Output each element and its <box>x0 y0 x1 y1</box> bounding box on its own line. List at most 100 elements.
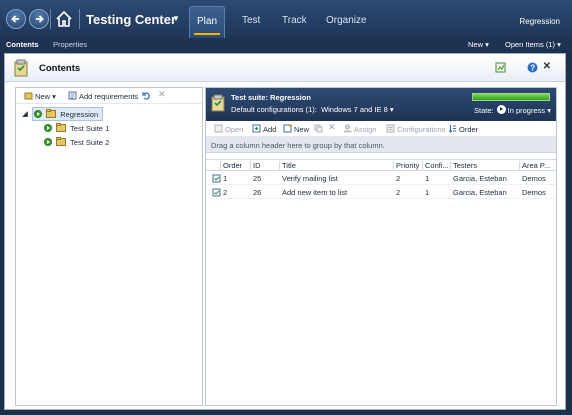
assign-label: Assign <box>354 125 377 134</box>
column-header-title[interactable]: Title <box>279 161 393 171</box>
copy-button[interactable] <box>314 124 325 134</box>
open-button[interactable]: Open <box>214 124 243 134</box>
project-name[interactable]: Regression <box>520 17 560 26</box>
home-button[interactable] <box>54 9 74 29</box>
suite-title: Test suite: Regression <box>231 93 311 102</box>
add-test-case-icon <box>252 124 261 133</box>
column-header-id[interactable]: ID <box>250 161 279 171</box>
configurations-icon <box>386 124 395 133</box>
add-button[interactable]: Add <box>252 124 276 134</box>
subnav-properties[interactable]: Properties <box>53 40 87 49</box>
suite-state[interactable]: State: In progress ▾ <box>474 105 551 115</box>
config-value: Windows 7 and IE 8 <box>321 105 388 114</box>
suite-toolbar: Open Add New ✕ Assign Configurations Ord… <box>206 121 556 137</box>
config-label: Default configurations (1): <box>231 105 317 114</box>
test-plan-icon <box>14 59 28 77</box>
new-label: New <box>294 125 310 134</box>
tab-track[interactable]: Track <box>282 15 307 26</box>
tab-plan[interactable]: Plan <box>189 6 225 38</box>
back-button[interactable] <box>6 9 26 29</box>
add-requirements-button[interactable]: Add requirements <box>68 91 138 101</box>
state-label: State: <box>474 106 494 115</box>
refresh-button[interactable] <box>142 91 153 101</box>
column-header-configurations[interactable]: Confi... <box>422 161 450 171</box>
chevron-down-icon[interactable]: ▼ <box>172 14 180 23</box>
cell-title: Verify mailing list <box>282 174 338 183</box>
column-header-area-path[interactable]: Area P... <box>519 161 556 171</box>
tree-new-button[interactable]: New ▾ <box>24 91 56 101</box>
cell-area-path: Demos <box>522 188 546 197</box>
suite-label: Test suite: <box>231 93 268 102</box>
page-title: Contents <box>39 63 81 74</box>
remove-icon: ✕ <box>328 122 336 132</box>
table-row[interactable]: 2 26 Add new item to list 2 1 Garcia, Es… <box>206 186 556 199</box>
contents-window: Contents ? ✕ New ▾ Add requirements ✕ ◢ … <box>4 53 566 410</box>
suite-header: Test suite: Regression Default configura… <box>206 88 556 121</box>
tree-node-root[interactable]: Regression <box>32 107 104 121</box>
assign-button[interactable]: Assign <box>343 124 377 134</box>
separator <box>79 9 80 29</box>
new-button[interactable]: New <box>283 124 309 134</box>
cell-order: 1 <box>223 174 228 183</box>
in-progress-icon <box>496 105 506 114</box>
run-icon <box>34 110 42 118</box>
cell-id: 26 <box>253 188 262 197</box>
delete-icon: ✕ <box>158 89 166 99</box>
active-tab-indicator <box>194 33 220 35</box>
remove-button[interactable]: ✕ <box>328 122 336 133</box>
tree-node-label: Test Suite 1 <box>70 124 110 133</box>
copy-icon <box>314 124 323 133</box>
column-header-order[interactable]: Order <box>220 161 250 171</box>
order-button[interactable]: Order <box>448 124 478 134</box>
new-menu[interactable]: New ▾ <box>468 40 489 49</box>
refresh-icon <box>142 92 150 100</box>
test-suite-icon <box>46 109 57 118</box>
app-title[interactable]: Testing Center <box>86 12 176 27</box>
tree-expander[interactable]: ◢ <box>22 109 28 118</box>
sub-navigation: Contents Properties New ▾ Open Items (1)… <box>0 38 572 52</box>
suite-progress-bar <box>472 93 550 101</box>
table-row[interactable]: 1 25 Verify mailing list 2 1 Garcia, Est… <box>206 172 556 185</box>
assign-icon <box>343 124 352 133</box>
home-icon <box>56 10 72 27</box>
test-case-icon <box>212 188 221 197</box>
cell-configurations: 1 <box>425 174 430 183</box>
tab-organize[interactable]: Organize <box>326 15 367 26</box>
cell-title: Add new item to list <box>282 188 348 197</box>
tree-node-suite[interactable]: Test Suite 1 <box>44 123 109 133</box>
test-plan-icon <box>211 94 225 112</box>
svg-text:?: ? <box>530 64 535 73</box>
export-icon[interactable] <box>495 62 506 73</box>
subnav-contents[interactable]: Contents <box>6 40 39 49</box>
cell-testers: Garcia, Esteban <box>453 188 507 197</box>
column-header-priority[interactable]: Priority <box>393 161 422 171</box>
close-icon[interactable]: ✕ <box>543 61 551 72</box>
column-header-testers[interactable]: Testers <box>450 161 519 171</box>
contents-header: Contents ? ✕ <box>5 54 565 82</box>
delete-button[interactable]: ✕ <box>158 89 166 100</box>
configurations-button[interactable]: Configurations <box>386 124 445 134</box>
new-suite-icon <box>24 92 33 100</box>
group-by-bar[interactable]: Drag a column header here to group by th… <box>206 137 556 153</box>
cell-id: 25 <box>253 174 262 183</box>
open-items-label: Open Items (1) <box>505 40 556 49</box>
cell-area-path: Demos <box>522 174 546 183</box>
cell-priority: 2 <box>396 174 401 183</box>
test-suite-icon <box>56 123 67 132</box>
arrow-left-icon <box>11 15 19 23</box>
new-test-case-icon <box>283 124 292 133</box>
cell-testers: Garcia, Esteban <box>453 174 507 183</box>
open-items-menu[interactable]: Open Items (1) ▾ <box>505 40 561 49</box>
separator <box>50 9 51 29</box>
test-case-icon <box>212 174 221 183</box>
test-suite-pane: Test suite: Regression Default configura… <box>205 87 557 406</box>
tab-test[interactable]: Test <box>242 15 260 26</box>
cell-order: 2 <box>223 188 228 197</box>
default-configurations[interactable]: Default configurations (1): Windows 7 an… <box>231 105 394 114</box>
tree-node-suite[interactable]: Test Suite 2 <box>44 137 109 147</box>
forward-button[interactable] <box>29 9 49 29</box>
run-icon <box>44 124 52 132</box>
help-icon[interactable]: ? <box>527 62 538 73</box>
test-suite-icon <box>56 137 67 146</box>
order-label: Order <box>459 125 479 134</box>
